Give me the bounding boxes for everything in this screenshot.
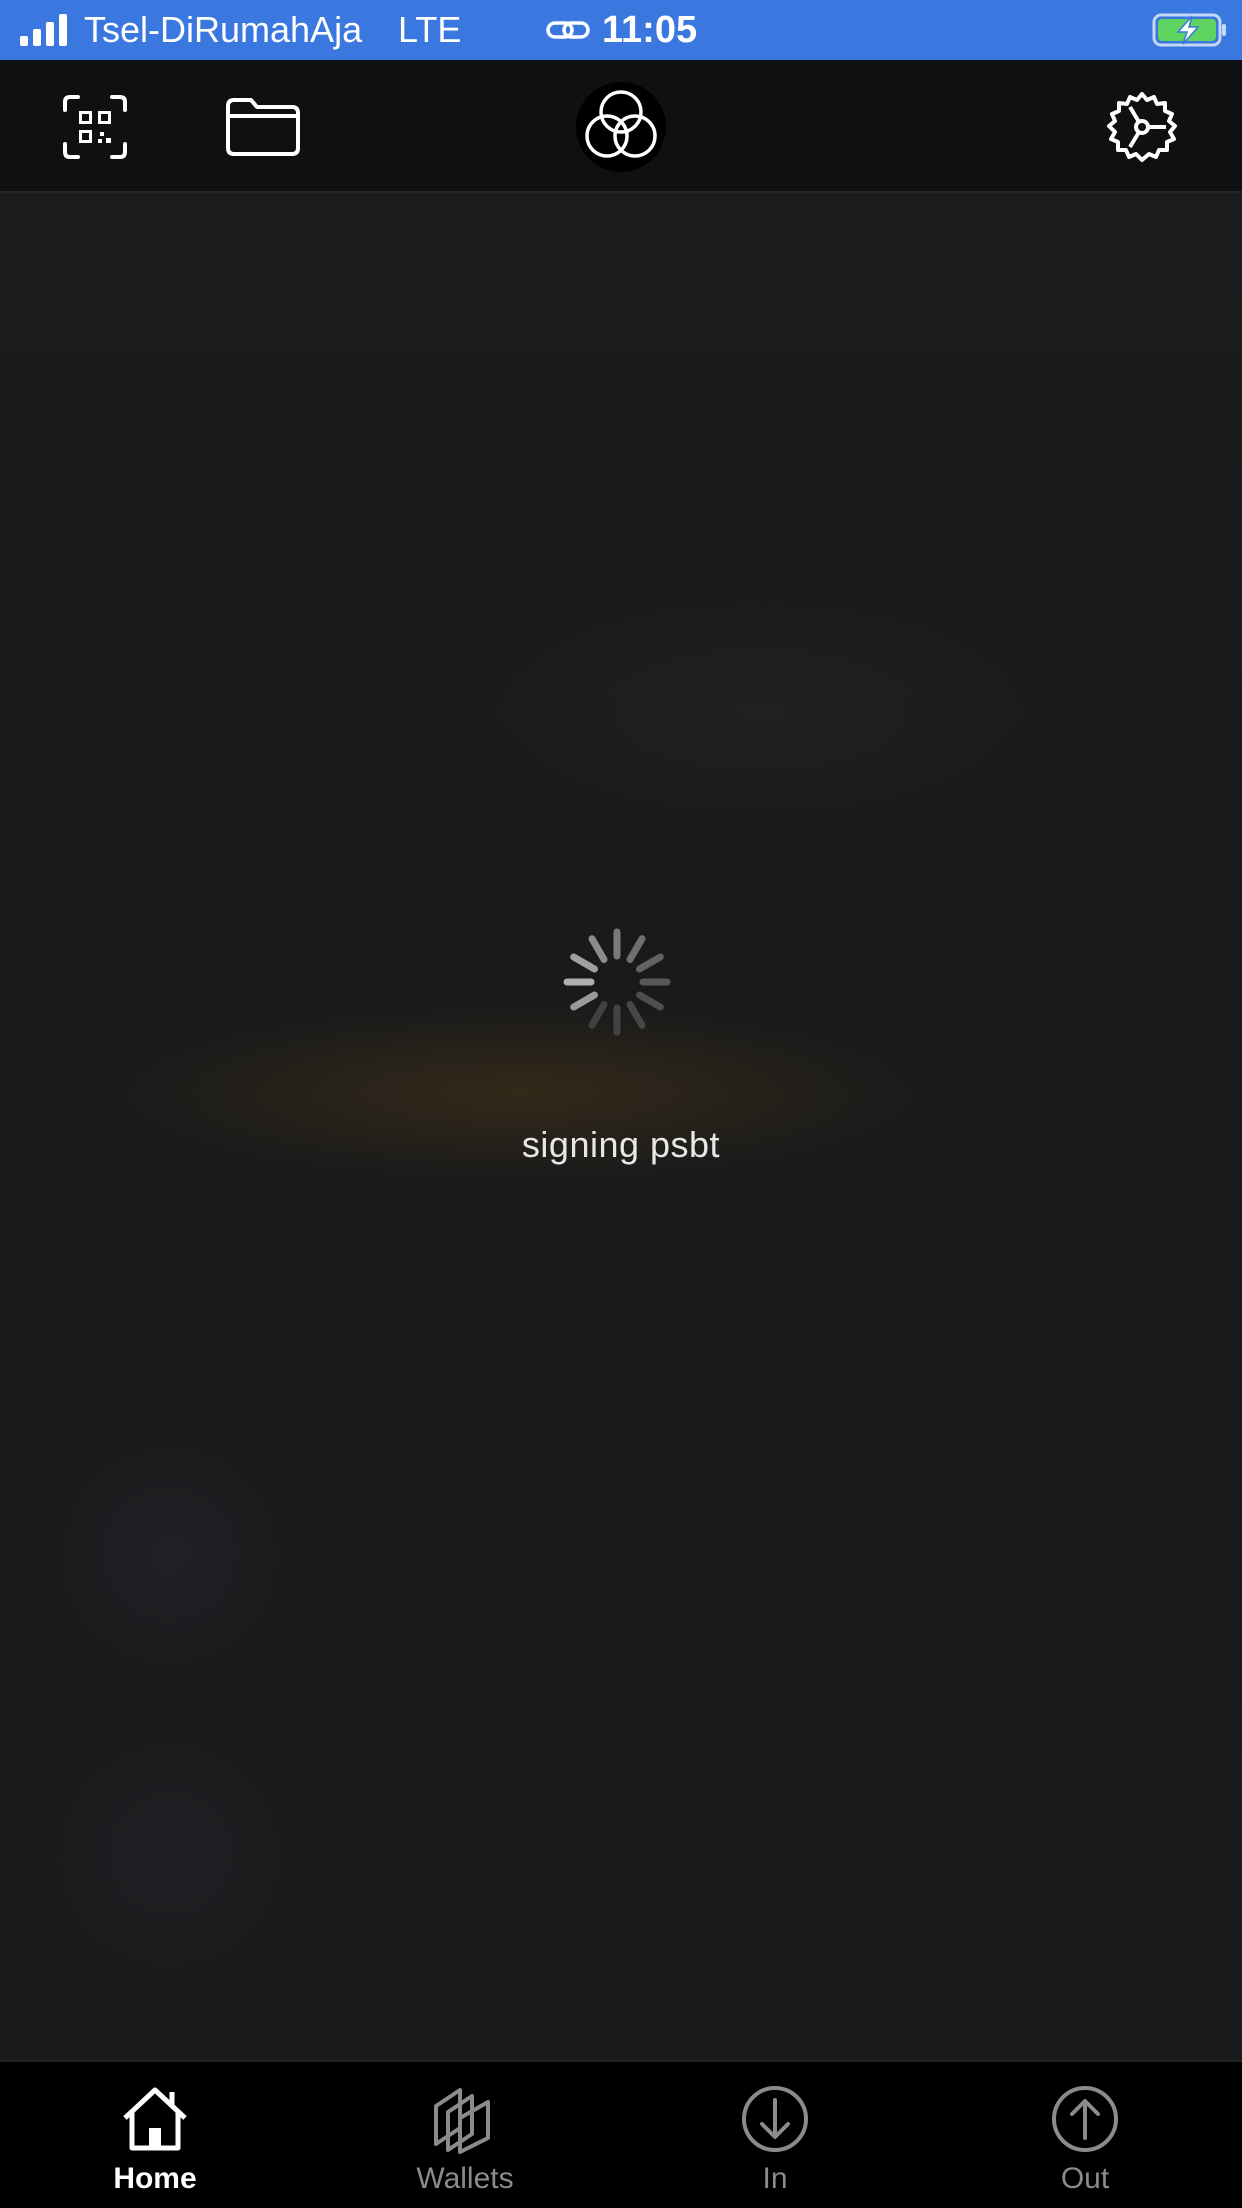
folder-icon[interactable] <box>224 96 302 158</box>
loading-spinner-icon <box>563 928 671 1036</box>
link-icon <box>546 21 590 39</box>
app-screen: Tsel-DiRumahAja LTE 11:05 signing psbt H… <box>0 0 1242 2208</box>
signal-strength-icon <box>20 14 67 46</box>
status-time: 11:05 <box>602 9 698 51</box>
three-circles-logo <box>576 82 666 172</box>
battery-charging-icon <box>1152 13 1226 47</box>
network-type: LTE <box>398 9 462 50</box>
status-bar: Tsel-DiRumahAja LTE 11:05 <box>0 0 1242 60</box>
loading-status-text: signing psbt <box>521 1124 721 1165</box>
home-icon <box>123 2087 187 2151</box>
tab-in[interactable]: In <box>620 2062 930 2208</box>
tab-wallets[interactable]: Wallets <box>310 2062 620 2208</box>
bottom-tab-bar: Home Wallets In Out <box>0 2060 1242 2208</box>
main-content: signing psbt <box>0 193 1242 2060</box>
arrow-down-circle-icon <box>742 2086 808 2152</box>
qr-code-scan-icon[interactable] <box>62 94 128 160</box>
tab-wallets-label: Wallets <box>416 2162 514 2195</box>
tab-in-label: In <box>762 2162 788 2195</box>
wallets-icon <box>434 2088 490 2154</box>
tab-out-label: Out <box>1060 2162 1110 2195</box>
carrier-name: Tsel-DiRumahAja <box>84 9 363 50</box>
top-toolbar <box>0 60 1242 193</box>
gear-icon[interactable] <box>1104 90 1180 166</box>
tab-home-label: Home <box>113 2162 197 2195</box>
arrow-up-circle-icon <box>1052 2086 1118 2152</box>
tab-out[interactable]: Out <box>930 2062 1240 2208</box>
tab-home[interactable]: Home <box>0 2062 310 2208</box>
